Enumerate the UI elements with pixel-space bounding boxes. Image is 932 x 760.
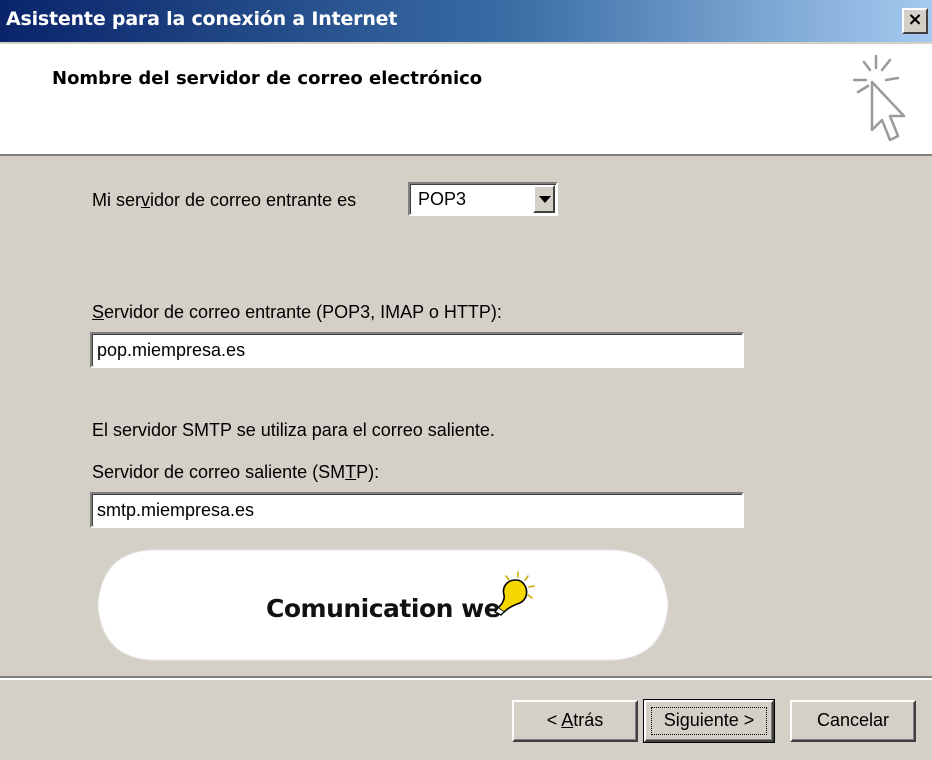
page-title: Nombre del servidor de correo electrónic… xyxy=(52,68,483,89)
next-button[interactable]: Siguiente > xyxy=(643,699,775,743)
close-button[interactable]: × xyxy=(902,8,928,34)
incoming-server-type-value: POP3 xyxy=(418,189,467,209)
wizard-header: Nombre del servidor de correo electrónic… xyxy=(0,44,932,156)
button-separator xyxy=(0,676,932,680)
window-title: Asistente para la conexión a Internet xyxy=(6,8,398,30)
smtp-note: El servidor SMTP se utiliza para el corr… xyxy=(92,420,495,440)
incoming-server-type-select[interactable]: POP3 xyxy=(408,182,558,216)
chevron-down-icon[interactable] xyxy=(533,185,555,213)
incoming-server-label: Servidor de correo entrante (POP3, IMAP … xyxy=(92,302,502,322)
incoming-type-label: Mi servidor de correo entrante es xyxy=(92,190,357,210)
outgoing-server-label: Servidor de correo saliente (SMTP): xyxy=(92,462,380,482)
lightbulb-icon xyxy=(493,571,535,616)
back-button[interactable]: < Atrás xyxy=(512,700,638,742)
incoming-server-input[interactable] xyxy=(90,332,744,368)
title-bar: Asistente para la conexión a Internet × xyxy=(0,0,932,44)
outgoing-server-input[interactable] xyxy=(90,492,744,528)
cancel-button[interactable]: Cancelar xyxy=(790,700,916,742)
logo-text: Comunication we xyxy=(266,594,501,623)
wizard-cursor-icon xyxy=(852,54,906,142)
